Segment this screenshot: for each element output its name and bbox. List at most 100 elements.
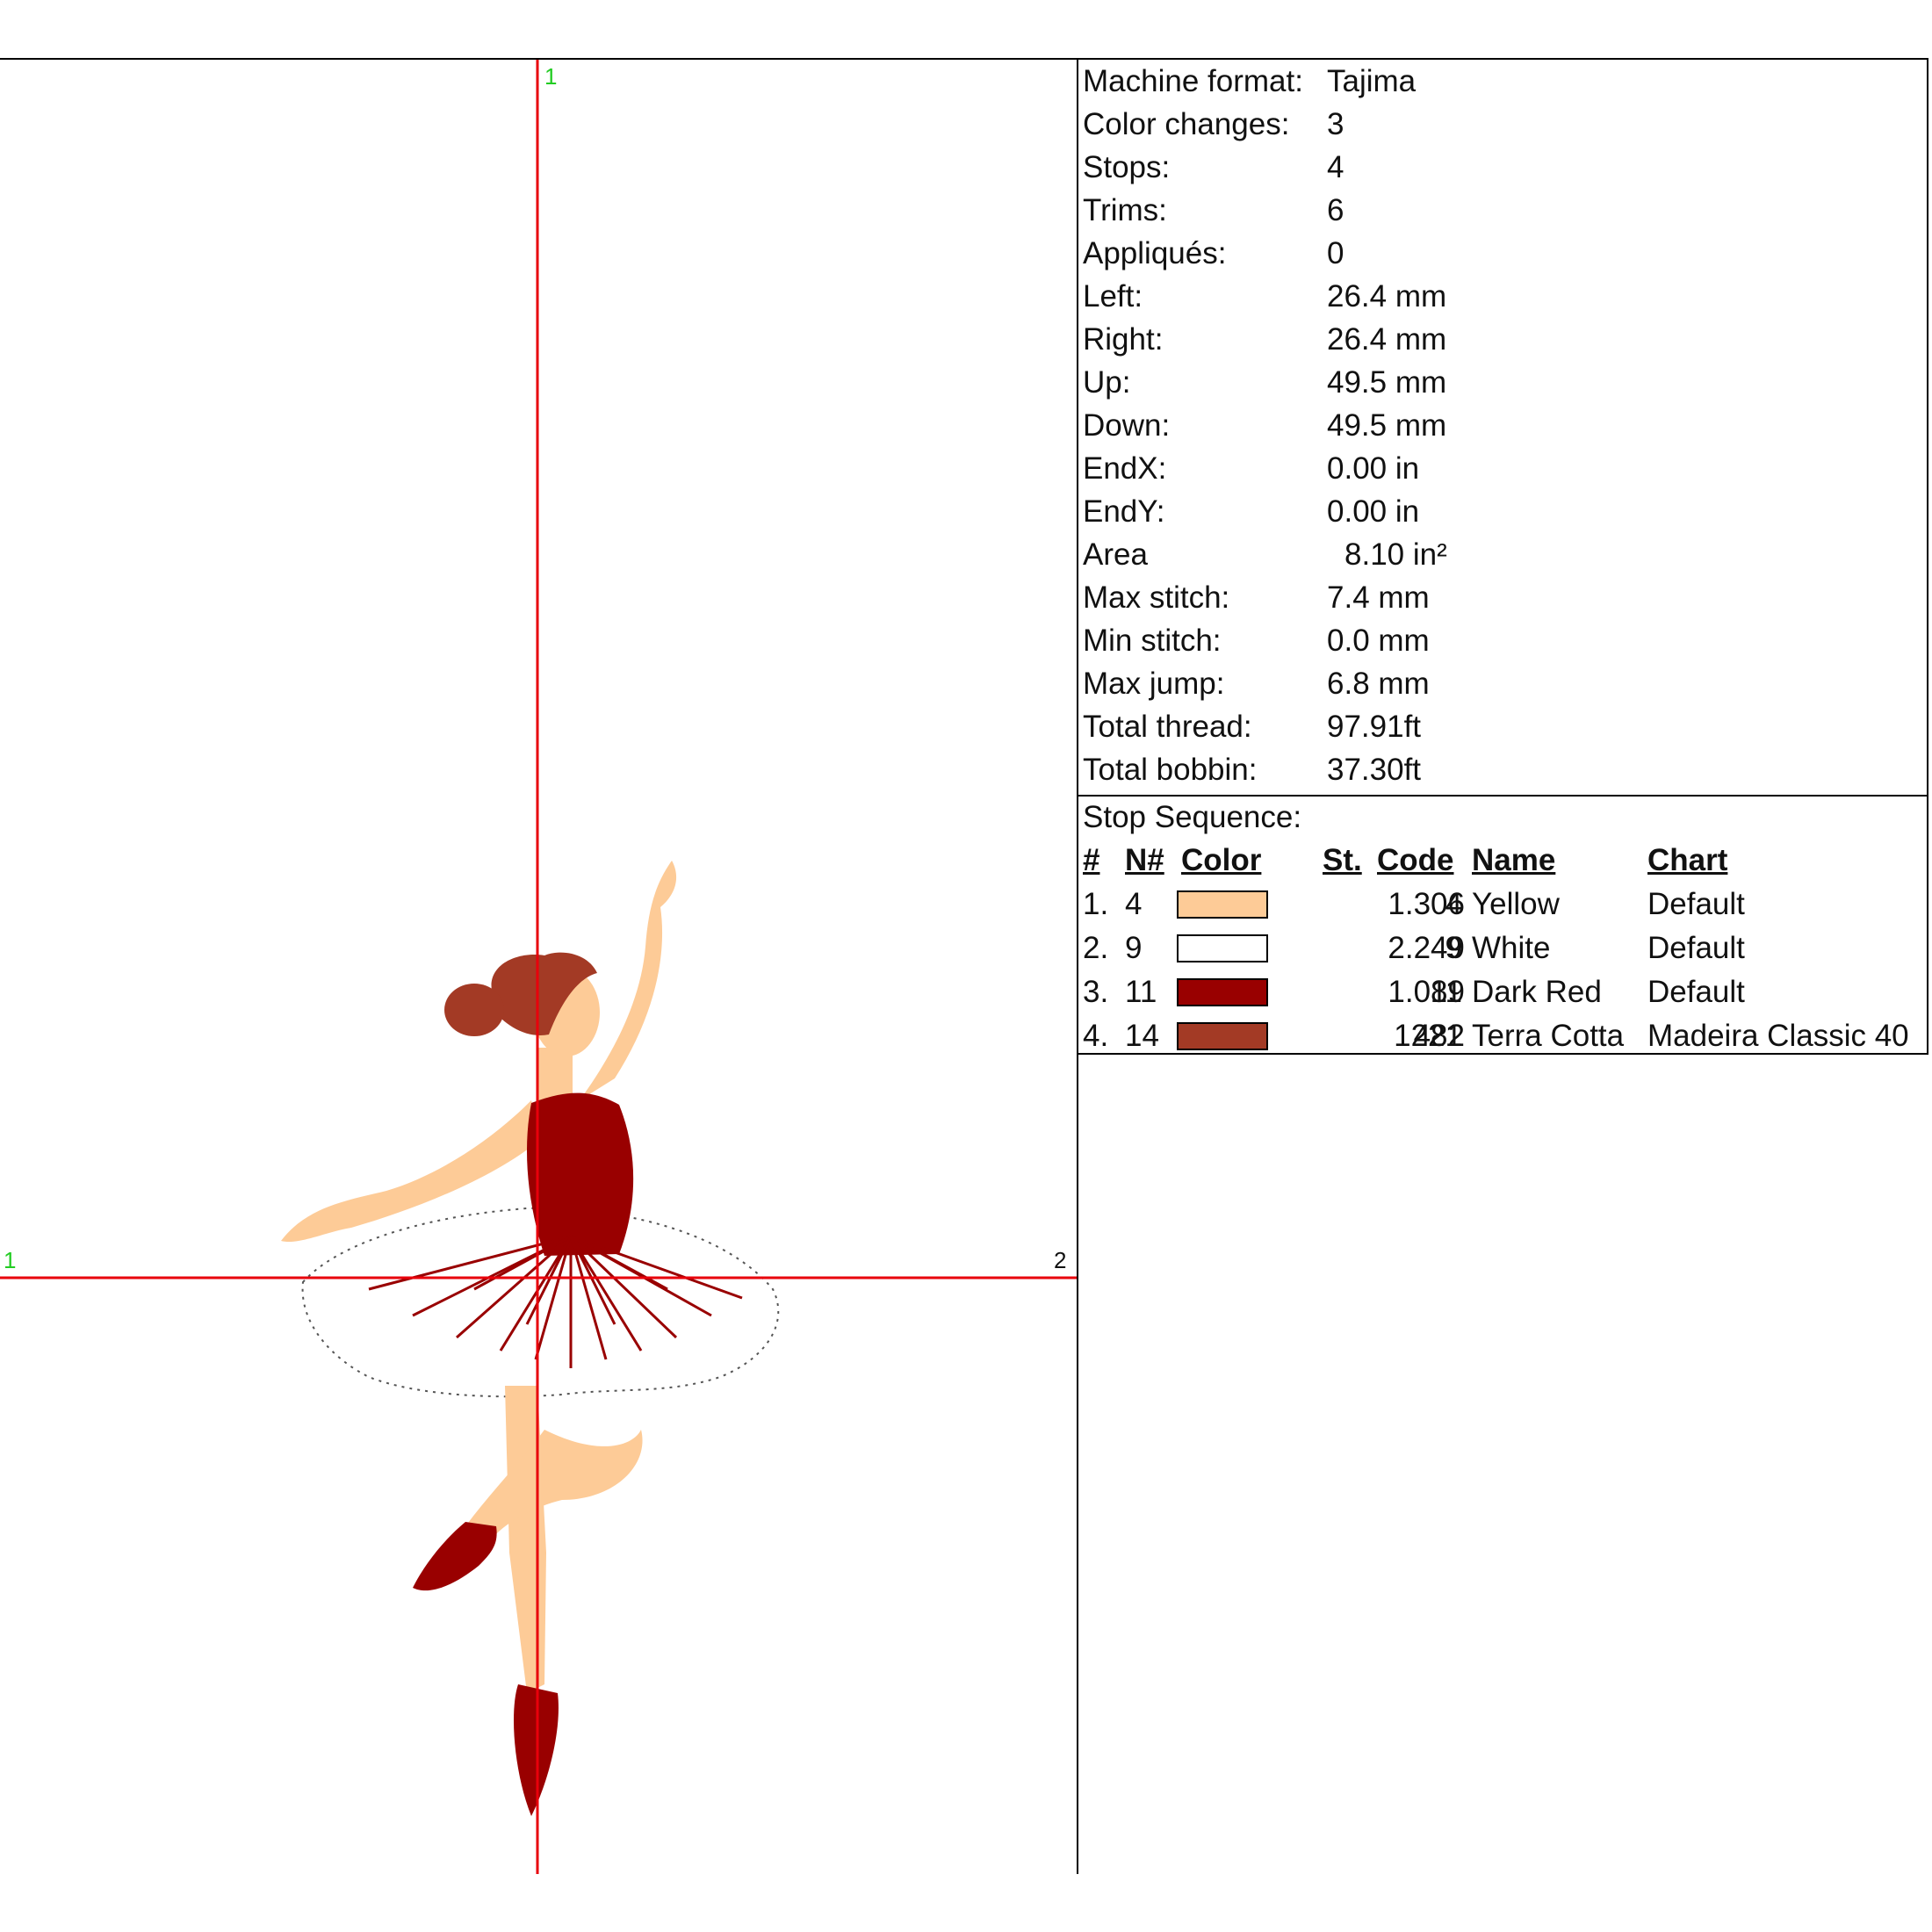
stat-row-trims: Trims: 6 — [1083, 189, 1917, 232]
stat-label: Min stitch: — [1083, 624, 1222, 658]
design-summary: Machine format: Tajima Color changes: 3 … — [1083, 60, 1917, 791]
stat-label: Max stitch: — [1083, 580, 1230, 615]
stat-label: Down: — [1083, 408, 1171, 443]
horizontal-axis-left-label: 1 — [4, 1247, 16, 1273]
pointe-shoe — [514, 1684, 559, 1816]
stat-value: Tajima — [1327, 64, 1417, 98]
stat-label: Color changes: — [1083, 107, 1290, 141]
frame-right-border — [1927, 58, 1928, 1054]
stop-sequence-title: Stop Sequence: — [1083, 800, 1302, 834]
stat-label: Total thread: — [1083, 710, 1252, 744]
row-name: Yellow — [1472, 887, 1560, 921]
standing-leg — [505, 1386, 546, 1693]
row-chart: Madeira Classic 40 — [1647, 1019, 1909, 1053]
row-number: 3. — [1083, 975, 1109, 1009]
bodice — [527, 1092, 634, 1256]
stat-value: 8.10 in² — [1344, 537, 1447, 572]
stat-row-endx: EndX: 0.00 in — [1083, 447, 1917, 490]
stat-value: 4 — [1327, 150, 1344, 184]
row-chart: Default — [1647, 887, 1745, 921]
stat-value: 49.5 mm — [1327, 365, 1447, 400]
stat-row-right: Right: 26.4 mm — [1083, 318, 1917, 361]
stat-label: Appliqués: — [1083, 236, 1227, 270]
row-number: 4. — [1083, 1019, 1109, 1053]
stat-row-area: Area 8.10 in² — [1083, 533, 1917, 576]
design-canvas[interactable]: 1 1 2 — [0, 60, 1077, 1874]
header-chart: Chart — [1647, 843, 1728, 877]
row-needle: 14 — [1125, 1019, 1159, 1053]
stat-row-min-stitch: Min stitch: 0.0 mm — [1083, 619, 1917, 662]
stat-label: Right: — [1083, 322, 1164, 357]
stat-label: EndY: — [1083, 494, 1165, 529]
stat-row-up: Up: 49.5 mm — [1083, 361, 1917, 404]
ballerina-design — [281, 861, 780, 1816]
row-needle: 4 — [1125, 887, 1143, 921]
stat-value: 6 — [1327, 193, 1344, 227]
right-arm — [580, 861, 677, 1100]
stat-row-appliques: Appliqués: 0 — [1083, 232, 1917, 275]
row-code: 9 — [1445, 931, 1462, 965]
row-needle: 9 — [1125, 931, 1143, 965]
stat-label: Left: — [1083, 279, 1143, 314]
stat-row-max-stitch: Max stitch: 7.4 mm — [1083, 576, 1917, 619]
stat-row-endy: EndY: 0.00 in — [1083, 490, 1917, 533]
stat-value: 0.00 in — [1327, 494, 1420, 529]
stop-sequence-table: # N# Color St. Code Name Chart 1. 4 1.30… — [1083, 839, 1926, 1058]
table-row[interactable]: 2. 9 2.249 9 White Default — [1083, 926, 1926, 970]
horizontal-axis-right-label: 2 — [1054, 1247, 1066, 1273]
color-swatch — [1177, 1022, 1268, 1050]
stat-row-stops: Stops: 4 — [1083, 146, 1917, 189]
stat-label: Total bobbin: — [1083, 753, 1258, 787]
row-number: 2. — [1083, 931, 1109, 965]
stat-value: 6.8 mm — [1327, 667, 1430, 701]
stat-label: Trims: — [1083, 193, 1167, 227]
stat-value: 26.4 mm — [1327, 279, 1447, 314]
stat-value: 7.4 mm — [1327, 580, 1430, 615]
row-name: Dark Red — [1472, 975, 1602, 1009]
color-swatch — [1177, 978, 1268, 1006]
stat-row-total-bobbin: Total bobbin: 37.30ft — [1083, 748, 1917, 791]
stat-value: 37.30ft — [1327, 753, 1422, 787]
stat-value: 97.91ft — [1327, 710, 1422, 744]
stat-row-total-thread: Total thread: 97.91ft — [1083, 705, 1917, 748]
stat-label: Max jump: — [1083, 667, 1225, 701]
stat-label: EndX: — [1083, 451, 1167, 486]
stat-row-machine-format: Machine format: Tajima — [1083, 60, 1917, 103]
header-code: Code — [1377, 843, 1454, 877]
stat-value: 0.00 in — [1327, 451, 1420, 486]
table-row[interactable]: 1. 4 1.306 4 Yellow Default — [1083, 883, 1926, 926]
header-needle: N# — [1125, 843, 1164, 877]
table-row[interactable]: 4. 14 482 1221 Terra Cotta Madeira Class… — [1083, 1014, 1926, 1058]
stop-sequence-header: # N# Color St. Code Name Chart — [1083, 839, 1926, 883]
stat-row-left: Left: 26.4 mm — [1083, 275, 1917, 318]
stat-row-max-jump: Max jump: 6.8 mm — [1083, 662, 1917, 705]
row-name: White — [1472, 931, 1551, 965]
design-preview-svg: 1 1 2 — [0, 60, 1077, 1874]
stat-label: Machine format: — [1083, 64, 1303, 98]
row-number: 1. — [1083, 887, 1109, 921]
stat-label: Stops: — [1083, 150, 1171, 184]
table-row[interactable]: 3. 11 1.089 11 Dark Red Default — [1083, 970, 1926, 1014]
frame-divider-vertical — [1077, 58, 1078, 1874]
stop-sequence-panel: Stop Sequence: # N# Color St. Code Name … — [1083, 797, 1926, 1058]
color-swatch — [1177, 890, 1268, 919]
color-swatch — [1177, 934, 1268, 962]
header-stitches: St. — [1323, 843, 1362, 877]
row-code: 11 — [1430, 975, 1462, 1009]
stat-value: 3 — [1327, 107, 1344, 141]
header-color: Color — [1181, 843, 1262, 877]
hair-bun — [444, 984, 504, 1036]
header-number: # — [1083, 843, 1100, 877]
raised-shoe — [413, 1522, 497, 1591]
stat-label: Up: — [1083, 365, 1131, 400]
header-name: Name — [1472, 843, 1556, 877]
row-code: 1221 — [1394, 1019, 1462, 1053]
row-needle: 11 — [1125, 975, 1157, 1009]
stat-label: Area — [1083, 537, 1148, 572]
stat-value: 0 — [1327, 236, 1344, 270]
row-chart: Default — [1647, 931, 1745, 965]
row-code: 4 — [1445, 887, 1462, 921]
stat-row-color-changes: Color changes: 3 — [1083, 103, 1917, 146]
vertical-axis-label: 1 — [544, 63, 557, 90]
stat-row-down: Down: 49.5 mm — [1083, 404, 1917, 447]
